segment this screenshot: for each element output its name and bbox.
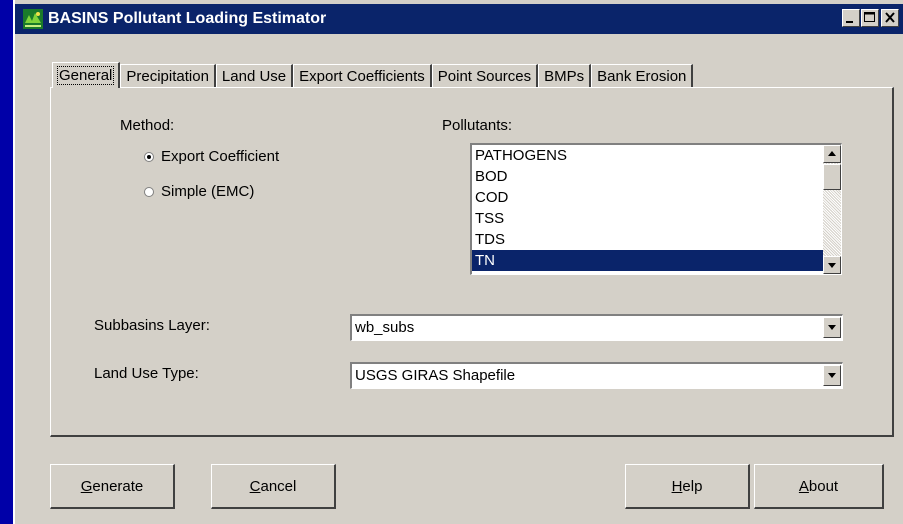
pollutants-listbox[interactable]: PATHOGENS BOD COD TSS TDS TN [470,143,842,275]
window-title: BASINS Pollutant Loading Estimator [48,10,327,27]
pollutants-scrollbar[interactable] [823,145,841,274]
method-label: Method: [120,117,175,134]
tab-label: Land Use [221,68,287,85]
scroll-up-button[interactable] [823,145,841,163]
radio-label: Export Coefficient [161,148,280,165]
tab-label: Precipitation [126,68,209,85]
tab-label: Point Sources [437,68,532,85]
list-item[interactable]: TSS [472,208,823,229]
tab-point-sources[interactable]: Point Sources [431,64,539,88]
mnemonic: C [249,477,261,495]
dropdown-value: wb_subs [355,319,415,336]
tab-precipitation[interactable]: Precipitation [120,64,216,88]
list-item[interactable]: BOD [472,166,823,187]
tab-general[interactable]: General [52,62,121,88]
minimize-button[interactable] [842,9,860,27]
button-label: bout [808,477,839,495]
tab-export-coefficients[interactable]: Export Coefficients [293,64,432,88]
title-bar[interactable]: BASINS Pollutant Loading Estimator [15,4,903,34]
subbasins-layer-label: Subbasins Layer: [94,317,210,334]
chevron-down-icon [828,325,836,330]
close-icon [885,12,895,23]
method-simple-emc-radio[interactable]: Simple (EMC) [144,183,254,200]
close-button[interactable] [881,9,899,27]
window-controls [841,9,899,27]
dropdown-value: USGS GIRAS Shapefile [355,367,516,384]
chevron-down-icon [828,373,836,378]
subbasins-layer-dropdown[interactable]: wb_subs [350,314,843,341]
scroll-down-button[interactable] [823,256,841,274]
tab-bank-erosion[interactable]: Bank Erosion [591,64,694,88]
arrow-up-icon [828,151,836,156]
help-button[interactable]: Help [625,464,750,509]
tab-label: BMPs [544,68,585,85]
dropdown-button[interactable] [823,365,841,386]
cancel-button[interactable]: Cancel [211,464,336,509]
mnemonic: H [671,477,683,495]
button-label: elp [682,477,703,495]
button-label: enerate [92,477,144,495]
radio-checked-icon [144,151,154,162]
land-use-type-dropdown[interactable]: USGS GIRAS Shapefile [350,362,843,389]
list-item[interactable]: COD [472,187,823,208]
maximize-button[interactable] [861,9,879,27]
scroll-thumb[interactable] [823,164,841,190]
main-window: BASINS Pollutant Loading Estimator Gener… [13,0,903,524]
tab-land-use[interactable]: Land Use [215,64,294,88]
general-tab-panel: Method: Export Coefficient Simple (EMC) … [50,87,894,437]
mnemonic: A [798,477,809,495]
tab-strip: General Precipitation Land Use Export Co… [52,62,694,88]
pollutants-list: PATHOGENS BOD COD TSS TDS TN [472,145,823,271]
radio-unchecked-icon [144,186,154,197]
tab-label: General [56,66,115,85]
button-label: ancel [260,477,297,495]
about-button[interactable]: About [754,464,884,509]
tab-label: Bank Erosion [597,68,687,85]
method-export-coefficient-radio[interactable]: Export Coefficient [144,148,279,165]
tab-label: Export Coefficients [299,68,425,85]
tab-bmps[interactable]: BMPs [538,64,592,88]
minimize-icon [846,21,853,23]
dropdown-button[interactable] [823,317,841,338]
land-use-type-label: Land Use Type: [94,365,199,382]
arrow-down-icon [828,263,836,268]
mnemonic: G [80,477,93,495]
basins-app-icon [23,9,43,29]
pollutants-label: Pollutants: [442,117,513,134]
list-item[interactable]: TDS [472,229,823,250]
radio-label: Simple (EMC) [161,183,255,200]
list-item-selected[interactable]: TN [472,250,823,271]
list-item[interactable]: PATHOGENS [472,145,823,166]
maximize-icon [864,12,875,22]
generate-button[interactable]: Generate [50,464,175,509]
